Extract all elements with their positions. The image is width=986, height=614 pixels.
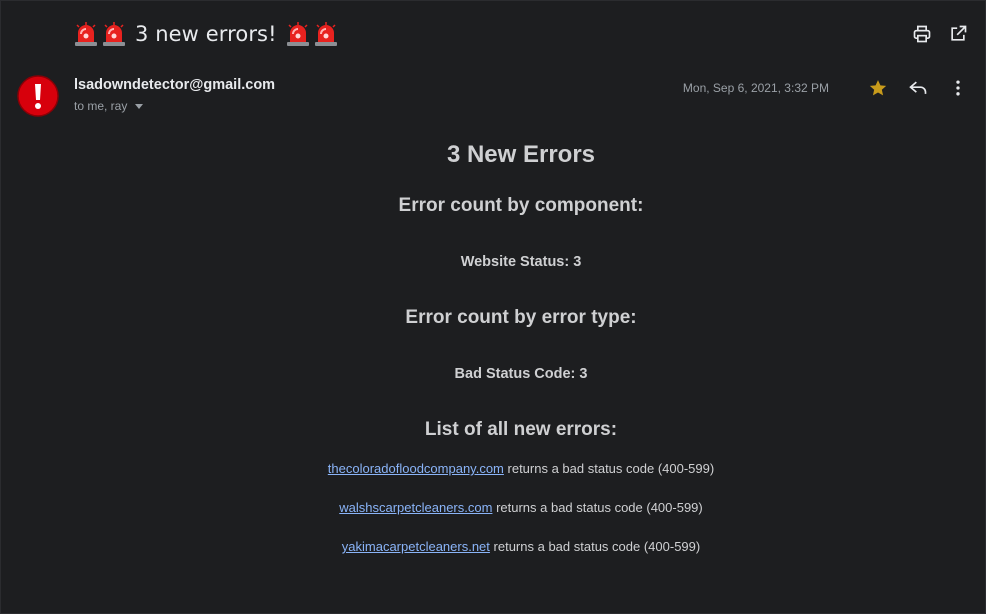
- subject-text: 3 new errors!: [135, 22, 277, 46]
- recipients-toggle[interactable]: to me, ray: [74, 99, 275, 113]
- error-domain-link[interactable]: thecoloradofloodcompany.com: [328, 461, 504, 476]
- print-button[interactable]: [911, 23, 933, 45]
- error-domain-link[interactable]: yakimacarpetcleaners.net: [342, 539, 490, 554]
- error-message: returns a bad status code (400-599): [493, 539, 701, 554]
- error-type-heading: Error count by error type:: [405, 307, 637, 328]
- email-view: 3 new errors! lsadowndetector@gmail.com …: [0, 0, 986, 614]
- error-list-item: yakimacarpetcleaners.net returns a bad s…: [57, 539, 985, 555]
- avatar[interactable]: [17, 75, 59, 117]
- open-in-new-icon: [951, 25, 967, 41]
- recipients-label: to me, ray: [74, 99, 128, 113]
- open-in-new-window-button[interactable]: [947, 23, 969, 45]
- siren-icon: [101, 21, 127, 47]
- message-date: Mon, Sep 6, 2021, 3:32 PM: [682, 81, 829, 95]
- top-actions: [911, 23, 969, 45]
- siren-icon: [313, 21, 339, 47]
- reply-icon: [909, 81, 927, 94]
- body-title: 3 New Errors: [446, 141, 596, 168]
- siren-icon: [73, 21, 99, 47]
- reply-button[interactable]: [907, 77, 929, 99]
- caret-down-icon: [135, 104, 144, 109]
- exclamation-alert-icon: [17, 75, 59, 117]
- star-button[interactable]: [867, 77, 889, 99]
- error-domain-link[interactable]: walshscarpetcleaners.com: [339, 500, 492, 515]
- component-stat: Website Status: 3: [460, 254, 582, 270]
- error-list-item: walshscarpetcleaners.com returns a bad s…: [57, 500, 985, 516]
- siren-icon: [285, 21, 311, 47]
- error-type-stat: Bad Status Code: 3: [454, 366, 588, 382]
- print-icon: [913, 25, 931, 43]
- star-icon: [869, 80, 887, 96]
- sender-email[interactable]: lsadowndetector@gmail.com: [74, 77, 275, 93]
- component-heading: Error count by component:: [398, 195, 644, 216]
- more-options-button[interactable]: [947, 77, 969, 99]
- error-list-item: thecoloradofloodcompany.com returns a ba…: [57, 461, 985, 477]
- error-message: returns a bad status code (400-599): [507, 461, 715, 476]
- message-meta: Mon, Sep 6, 2021, 3:32 PM: [683, 77, 969, 99]
- more-vert-icon: [956, 80, 960, 96]
- sender-block: lsadowndetector@gmail.com to me, ray: [74, 77, 275, 113]
- email-body: 3 New Errors Error count by component: W…: [57, 141, 985, 555]
- error-list-heading: List of all new errors:: [424, 419, 618, 440]
- email-subject: 3 new errors!: [73, 17, 339, 51]
- error-message: returns a bad status code (400-599): [496, 500, 703, 515]
